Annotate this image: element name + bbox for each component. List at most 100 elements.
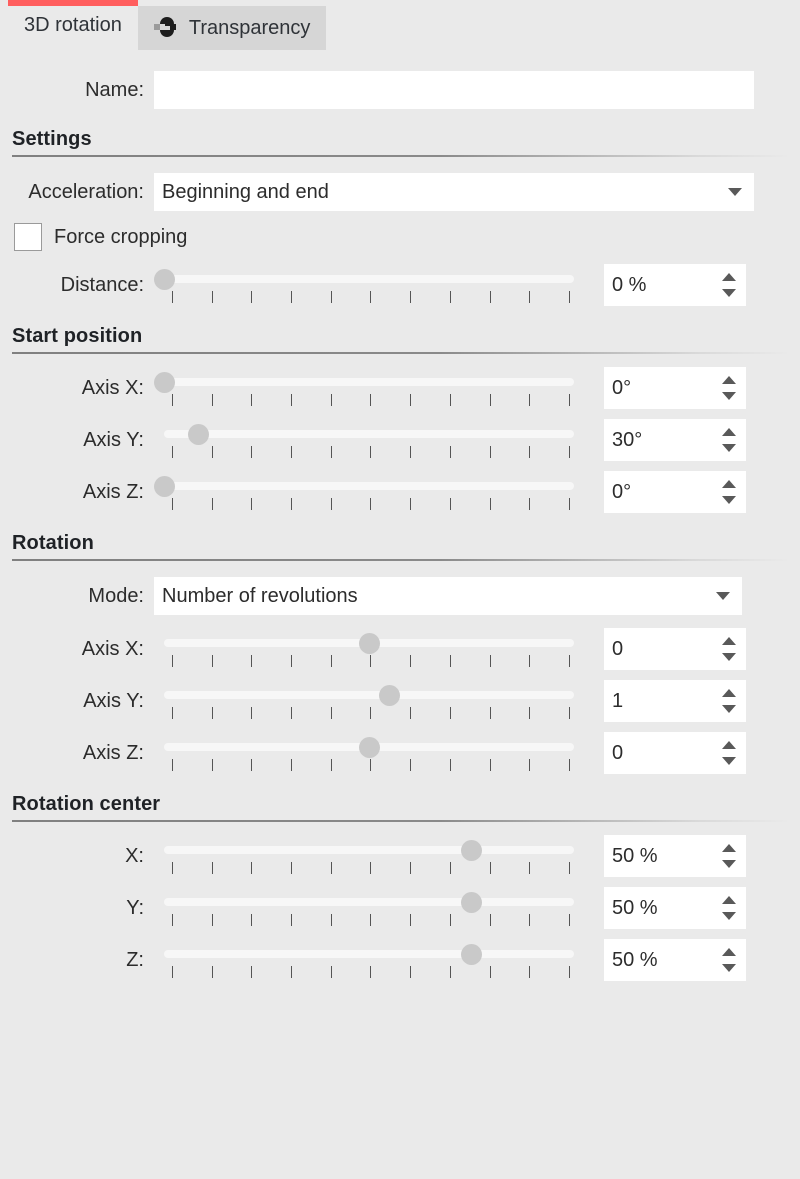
slider-track[interactable] <box>164 430 574 438</box>
start-axis-y-spinner[interactable]: 30° <box>604 419 746 461</box>
center-x-spinner[interactable]: 50 % <box>604 835 746 877</box>
slider-track[interactable] <box>164 898 574 906</box>
slider-tick <box>370 966 372 978</box>
acceleration-dropdown[interactable]: Beginning and end <box>154 173 754 211</box>
name-label: Name: <box>85 78 144 101</box>
spinner-decrement-icon[interactable] <box>722 860 736 868</box>
start-axis-x-spinner[interactable]: 0° <box>604 367 746 409</box>
spinner-decrement-icon[interactable] <box>722 392 736 400</box>
center-y-slider[interactable] <box>154 886 584 930</box>
spinner-decrement-icon[interactable] <box>722 912 736 920</box>
slider-tick <box>449 446 451 458</box>
slider-tick <box>529 862 531 874</box>
slider-handle[interactable] <box>358 737 380 758</box>
slider-handle[interactable] <box>461 944 483 965</box>
start-axis-z-slider[interactable] <box>154 470 584 514</box>
spinner-increment-icon[interactable] <box>722 948 736 956</box>
spinner-decrement-icon[interactable] <box>722 289 736 297</box>
mode-label: Mode: <box>88 584 144 607</box>
acceleration-label: Acceleration: <box>28 180 144 203</box>
spinner-decrement-icon[interactable] <box>722 496 736 504</box>
slider-track[interactable] <box>164 275 574 283</box>
slider-tick <box>529 966 531 978</box>
slider-tick <box>489 966 491 978</box>
center-x-slider[interactable] <box>154 834 584 878</box>
center-y-spinner[interactable]: 50 % <box>604 887 746 929</box>
spinner-decrement-icon[interactable] <box>722 705 736 713</box>
slider-handle[interactable] <box>188 424 209 445</box>
rotation-axis-z-slider[interactable] <box>154 731 584 775</box>
slider-tick <box>211 446 213 458</box>
slider-track[interactable] <box>164 846 574 854</box>
slider-tick <box>172 291 173 303</box>
spinner-increment-icon[interactable] <box>722 844 736 852</box>
spinner-decrement-icon[interactable] <box>722 964 736 972</box>
slider-handle[interactable] <box>154 269 175 290</box>
start-axis-x-slider[interactable] <box>154 366 584 410</box>
spinner-decrement-icon[interactable] <box>722 444 736 452</box>
spinner-increment-icon[interactable] <box>722 273 736 281</box>
slider-track[interactable] <box>164 482 574 490</box>
slider-tick <box>251 291 253 303</box>
mode-dropdown[interactable]: Number of revolutions <box>154 577 742 615</box>
rotation-axis-y-spinner[interactable]: 1 <box>604 680 746 722</box>
slider-tick <box>529 498 531 510</box>
slider-tick <box>529 446 531 458</box>
rotation-axis-x-spinner[interactable]: 0 <box>604 628 746 670</box>
name-row: Name: <box>0 70 800 110</box>
spinner-increment-icon[interactable] <box>722 480 736 488</box>
center-z-spinner[interactable]: 50 % <box>604 939 746 981</box>
spinner-increment-icon[interactable] <box>722 376 736 384</box>
spinner-increment-icon[interactable] <box>722 741 736 749</box>
slider-tick <box>211 914 213 926</box>
start-axis-y-slider[interactable] <box>154 418 584 462</box>
force-cropping-row[interactable]: Force cropping <box>0 223 800 251</box>
slider-tick <box>449 759 451 771</box>
slider-tick <box>568 759 570 771</box>
slider-tick <box>529 707 531 719</box>
slider-tick <box>291 914 293 926</box>
slider-handle[interactable] <box>461 892 483 913</box>
slider-tick <box>449 914 451 926</box>
slider-track[interactable] <box>164 378 574 386</box>
slider-tick <box>370 498 372 510</box>
slider-track[interactable] <box>164 950 574 958</box>
spinner-value: 50 % <box>612 844 658 867</box>
slider-tick <box>410 498 412 510</box>
center-z-slider[interactable] <box>154 938 584 982</box>
slider-handle[interactable] <box>379 685 401 706</box>
slider-handle[interactable] <box>358 633 380 654</box>
distance-spinner[interactable]: 0 % <box>604 264 746 306</box>
slider-handle[interactable] <box>154 476 175 497</box>
rotation-axis-x-slider[interactable] <box>154 627 584 671</box>
slider-tick <box>172 655 173 667</box>
spinner-increment-icon[interactable] <box>722 428 736 436</box>
spinner-decrement-icon[interactable] <box>722 653 736 661</box>
center-x-row: X: 50 % <box>0 834 800 878</box>
force-cropping-checkbox[interactable] <box>14 223 42 251</box>
slider-handle[interactable] <box>154 372 175 393</box>
start-axis-z-spinner[interactable]: 0° <box>604 471 746 513</box>
rotation-axis-y-slider[interactable] <box>154 679 584 723</box>
distance-slider[interactable] <box>154 263 584 307</box>
tab-transparency[interactable]: Transparency <box>137 6 327 50</box>
slider-tick <box>291 446 293 458</box>
slider-track[interactable] <box>164 691 574 699</box>
slider-tick <box>330 966 332 978</box>
slider-handle[interactable] <box>461 840 483 861</box>
tab-3d-rotation[interactable]: 3D rotation <box>8 0 138 50</box>
name-input[interactable] <box>154 71 754 109</box>
spinner-increment-icon[interactable] <box>722 637 736 645</box>
slider-tick <box>410 914 412 926</box>
slider-ticks <box>172 914 570 926</box>
slider-ticks <box>172 394 570 406</box>
slider-tick <box>211 966 213 978</box>
distance-row: Distance: 0 % <box>0 263 800 307</box>
rotation-axis-z-spinner[interactable]: 0 <box>604 732 746 774</box>
spinner-decrement-icon[interactable] <box>722 757 736 765</box>
spinner-increment-icon[interactable] <box>722 689 736 697</box>
tab-bar: 3D rotation Transparency <box>0 0 800 56</box>
slider-tick <box>489 707 491 719</box>
spinner-increment-icon[interactable] <box>722 896 736 904</box>
center-z-label: Z: <box>126 948 144 971</box>
